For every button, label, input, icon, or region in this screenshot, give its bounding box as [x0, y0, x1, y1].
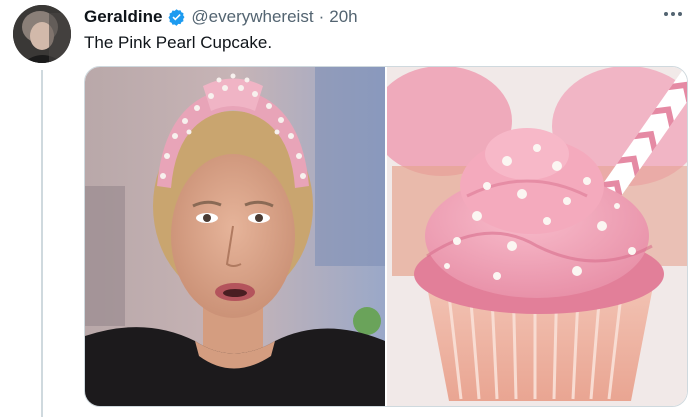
media-photo-cupcake[interactable]: [387, 67, 687, 406]
avatar-image: [13, 5, 71, 63]
header-separator: ·: [318, 7, 325, 26]
media-photo-woman[interactable]: [85, 67, 385, 406]
more-dot: [664, 12, 668, 16]
tweet-media[interactable]: [84, 66, 688, 407]
tweet-header: Geraldine @everywhereist · 20h: [84, 6, 358, 28]
thread-connector-line: [41, 70, 43, 417]
more-dot: [678, 12, 682, 16]
author-name[interactable]: Geraldine: [84, 7, 162, 27]
tweet-timestamp[interactable]: 20h: [329, 7, 357, 27]
tweet-text: The Pink Pearl Cupcake.: [84, 33, 273, 52]
more-dot: [671, 12, 675, 16]
more-options-icon[interactable]: [659, 4, 687, 24]
avatar[interactable]: [13, 5, 71, 63]
verified-badge-icon: [168, 8, 185, 26]
author-handle[interactable]: @everywhereist: [191, 7, 313, 27]
